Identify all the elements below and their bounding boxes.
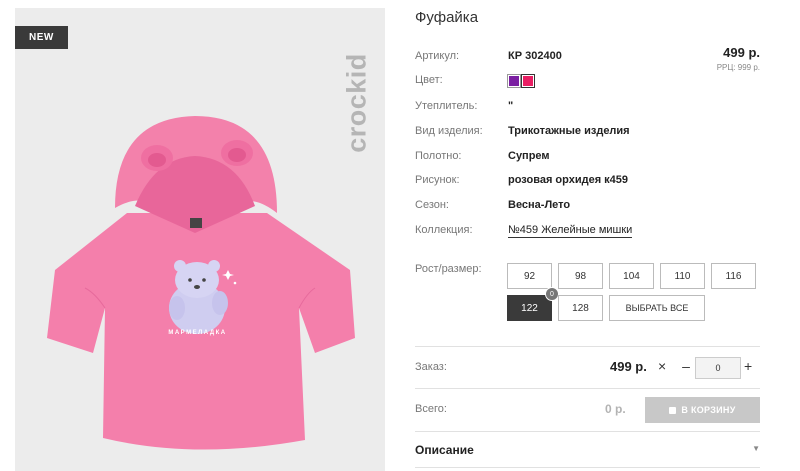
description-toggle[interactable]: Описание: [415, 443, 474, 457]
attr-value: Супрем: [508, 150, 550, 162]
size-option-104[interactable]: 104: [609, 263, 654, 289]
divider: [415, 431, 760, 432]
size-option-116[interactable]: 116: [711, 263, 756, 289]
attr-label: Рисунок:: [415, 174, 460, 186]
tshirt-image: [47, 116, 355, 450]
add-to-cart-button[interactable]: В КОРЗИНУ: [645, 397, 760, 423]
attr-label: Цвет:: [415, 74, 443, 86]
stock-badge: 0: [545, 287, 559, 301]
select-all-button[interactable]: ВЫБРАТЬ ВСЕ: [609, 295, 705, 321]
attr-value: Трикотажные изделия: [508, 125, 630, 137]
size-option-98[interactable]: 98: [558, 263, 603, 289]
attr-label: Артикул:: [415, 50, 460, 62]
order-price: 499 р.: [610, 359, 647, 374]
product-image[interactable]: МАРМЕЛАДКА NEW crockid: [15, 8, 385, 471]
size-label: Рост/размер:: [415, 263, 482, 275]
order-label: Заказ:: [415, 361, 447, 373]
bag-icon: [669, 406, 677, 414]
chevron-down-icon[interactable]: ▼: [752, 444, 760, 453]
total-value: 0 р.: [605, 402, 626, 416]
size-option-92[interactable]: 92: [507, 263, 552, 289]
qty-increase-button[interactable]: +: [744, 358, 752, 374]
color-swatch-purple[interactable]: [507, 74, 521, 88]
attr-label: Полотно:: [415, 150, 462, 162]
new-badge: NEW: [15, 26, 68, 49]
attr-label: Утеплитель:: [415, 100, 478, 112]
rrp-price: РРЦ: 999 р.: [716, 63, 760, 72]
attr-label: Вид изделия:: [415, 125, 483, 137]
size-selector: 92 98 104 110 116 122 0 128 ВЫБРАТЬ ВСЕ: [507, 263, 762, 321]
color-swatch-pink[interactable]: [521, 74, 535, 88]
total-label: Всего:: [415, 403, 447, 415]
collection-link[interactable]: №459 Желейные мишки: [508, 224, 633, 238]
qty-input[interactable]: 0: [695, 357, 741, 379]
attr-label: Сезон:: [415, 199, 449, 211]
size-option-122[interactable]: 122 0: [507, 287, 559, 321]
attr-value: ": [508, 100, 514, 112]
divider: [415, 346, 760, 347]
size-option-128[interactable]: 128: [558, 295, 603, 321]
size-option-110[interactable]: 110: [660, 263, 705, 289]
attr-value: КР 302400: [508, 50, 562, 62]
remove-icon[interactable]: ×: [658, 358, 666, 374]
color-swatches: [507, 74, 535, 88]
product-price: 499 р.: [723, 45, 760, 60]
divider: [415, 467, 760, 468]
print-caption: МАРМЕЛАДКА: [168, 330, 227, 336]
qty-decrease-button[interactable]: –: [680, 358, 692, 374]
attr-value: Весна-Лето: [508, 199, 571, 211]
product-title: Фуфайка: [415, 9, 479, 26]
divider: [415, 388, 760, 389]
brand-logo: crockid: [341, 53, 372, 153]
attr-label: Коллекция:: [415, 224, 473, 236]
attr-value: розовая орхидея к459: [508, 174, 629, 186]
